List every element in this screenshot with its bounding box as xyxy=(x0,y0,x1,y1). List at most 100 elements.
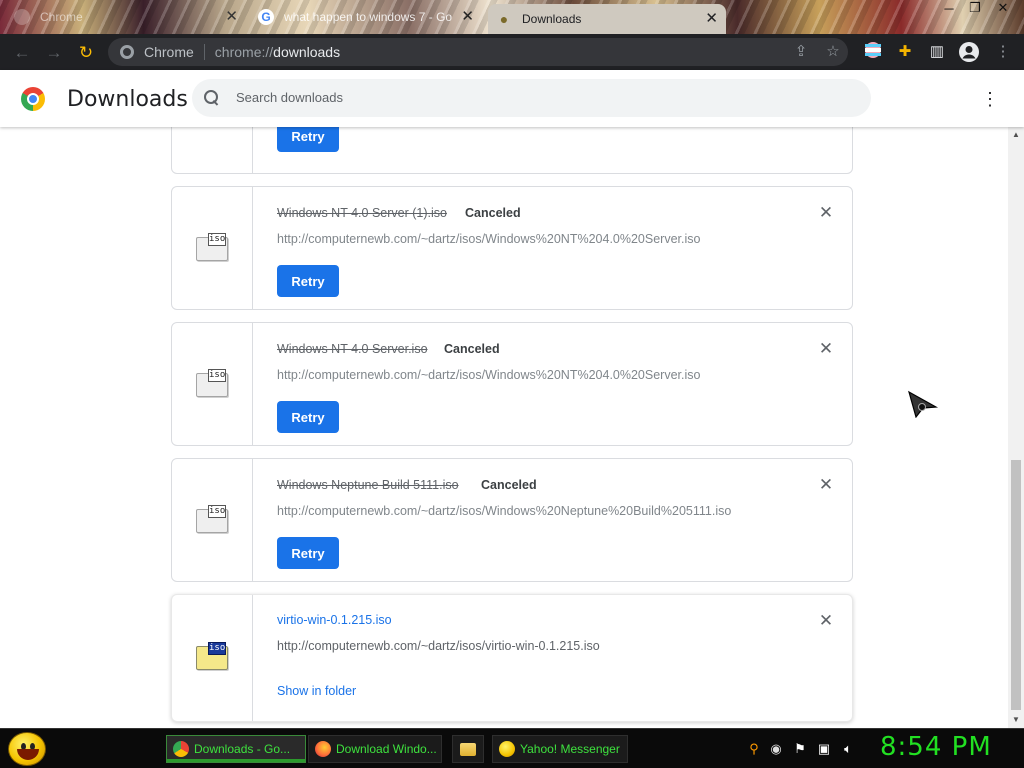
file-icon-column xyxy=(172,127,253,173)
back-icon[interactable]: ← xyxy=(12,43,32,63)
scrollbar-thumb[interactable] xyxy=(1011,460,1021,710)
remove-item-icon[interactable]: ✕ xyxy=(818,204,834,221)
minimize-button[interactable]: ─ xyxy=(936,0,962,16)
share-icon[interactable]: ⇪ xyxy=(790,41,812,63)
account-avatar[interactable] xyxy=(958,41,980,63)
close-tab-icon[interactable]: ✕ xyxy=(705,11,718,27)
download-item: Retry xyxy=(171,127,853,174)
download-item: iso virtio-win-0.1.215.iso http://comput… xyxy=(171,594,853,722)
scrollbar[interactable]: ▲ ▼ xyxy=(1008,127,1024,728)
url-scheme: chrome:// xyxy=(214,44,274,60)
forward-icon[interactable]: → xyxy=(44,43,64,63)
download-item: iso Windows Neptune Build 5111.iso Cance… xyxy=(171,458,853,582)
tab-title: what happen to windows 7 - Go xyxy=(284,10,452,24)
taskbar: Downloads - Go... Download Windo... Yaho… xyxy=(0,728,1024,768)
taskbar-label: Download Windo... xyxy=(336,742,437,756)
site-label: Chrome xyxy=(144,44,194,60)
network-icon[interactable]: ▣ xyxy=(816,741,832,757)
maximize-button[interactable]: ❐ xyxy=(962,0,988,16)
file-name-link[interactable]: virtio-win-0.1.215.iso xyxy=(277,613,392,627)
tab-downloads[interactable]: ● Downloads ✕ xyxy=(488,4,726,34)
url-host: downloads xyxy=(273,44,341,60)
taskbar-item-folder[interactable] xyxy=(452,735,484,763)
retry-button[interactable]: Retry xyxy=(277,401,339,433)
download-status: Canceled xyxy=(444,342,500,356)
page-title: Downloads xyxy=(67,87,188,112)
file-icon-column: iso xyxy=(172,459,253,581)
tab-chrome[interactable]: Chrome ✕ xyxy=(6,4,246,30)
chrome-icon xyxy=(173,741,189,757)
downloads-tab-icon: ● xyxy=(499,11,509,27)
volume-icon[interactable]: 🔈︎ xyxy=(840,741,856,757)
remove-item-icon[interactable]: ✕ xyxy=(818,612,834,629)
file-name: Windows Neptune Build 5111.iso xyxy=(277,478,459,492)
bookmark-star-icon[interactable]: ☆ xyxy=(822,41,844,63)
action-center-flag-icon[interactable]: ⚑ xyxy=(792,741,808,757)
chrome-logo-icon xyxy=(21,87,45,111)
download-url: http://computernewb.com/~dartz/isos/Wind… xyxy=(277,232,701,246)
file-name: Windows NT 4.0 Server.iso xyxy=(277,342,428,356)
search-icon xyxy=(204,90,220,106)
browser-toolbar: ← → ↻ Chrome chrome:// downloads ⇪ ☆ ✚ ▥… xyxy=(0,34,1024,70)
iso-file-icon: iso xyxy=(196,642,228,670)
address-bar[interactable]: Chrome chrome:// downloads xyxy=(108,38,848,66)
tab-favicon xyxy=(14,9,30,25)
chrome-icon xyxy=(120,45,134,59)
file-name: Windows NT 4.0 Server (1).iso xyxy=(277,206,447,220)
download-url: http://computernewb.com/~dartz/isos/Wind… xyxy=(277,504,732,518)
downloads-header: Downloads Search downloads ⋮ xyxy=(0,70,1024,127)
download-item: iso Windows NT 4.0 Server.iso Canceled h… xyxy=(171,322,853,446)
mouse-cursor-icon xyxy=(908,390,939,418)
downloads-list: Retry iso Windows NT 4.0 Server (1).iso … xyxy=(0,127,1008,728)
scroll-up-arrow-icon[interactable]: ▲ xyxy=(1008,127,1024,143)
retry-button[interactable]: Retry xyxy=(277,127,339,152)
tab-google-search[interactable]: G what happen to windows 7 - Go ✕ xyxy=(250,4,482,30)
search-magnifier-icon[interactable]: ⚲ xyxy=(746,741,762,757)
download-status: Canceled xyxy=(465,206,521,220)
divider xyxy=(203,44,205,60)
show-in-folder-link[interactable]: Show in folder xyxy=(277,684,356,698)
iso-file-icon: iso xyxy=(196,369,228,397)
more-actions-icon[interactable]: ⋮ xyxy=(980,88,1000,110)
extensions-puzzle-icon[interactable]: ✚ xyxy=(894,41,916,63)
taskbar-item-yahoo-messenger[interactable]: Yahoo! Messenger xyxy=(492,735,628,763)
tray-messenger-icon[interactable]: ◉ xyxy=(768,741,784,757)
remove-item-icon[interactable]: ✕ xyxy=(818,340,834,357)
google-icon: G xyxy=(258,9,274,25)
close-tab-icon[interactable]: ✕ xyxy=(225,9,238,25)
download-item: iso Windows NT 4.0 Server (1).iso Cancel… xyxy=(171,186,853,310)
browser-window: Chrome ✕ G what happen to windows 7 - Go… xyxy=(0,0,1024,768)
start-smiley-icon[interactable] xyxy=(8,732,46,766)
search-placeholder: Search downloads xyxy=(236,90,343,105)
profile-flag-icon[interactable] xyxy=(862,41,884,63)
yahoo-smiley-icon xyxy=(499,741,515,757)
title-bar: Chrome ✕ G what happen to windows 7 - Go… xyxy=(0,0,1024,34)
browser-menu-icon[interactable]: ⋮ xyxy=(992,41,1014,63)
search-input[interactable]: Search downloads xyxy=(192,79,871,117)
tab-title: Downloads xyxy=(522,12,582,26)
clock[interactable]: 8:54 PM xyxy=(880,732,992,762)
iso-file-icon: iso xyxy=(196,505,228,533)
file-icon-column: iso xyxy=(172,187,253,309)
tab-title: Chrome xyxy=(40,10,83,24)
download-status: Canceled xyxy=(481,478,537,492)
download-url: http://computernewb.com/~dartz/isos/virt… xyxy=(277,639,600,653)
reload-icon[interactable]: ↻ xyxy=(76,43,96,63)
side-panel-icon[interactable]: ▥ xyxy=(926,41,948,63)
folder-icon xyxy=(460,742,476,756)
taskbar-label: Yahoo! Messenger xyxy=(520,742,620,756)
close-tab-icon[interactable]: ✕ xyxy=(461,9,474,25)
retry-button[interactable]: Retry xyxy=(277,537,339,569)
download-url: http://computernewb.com/~dartz/isos/Wind… xyxy=(277,368,701,382)
close-window-button[interactable]: ✕ xyxy=(990,0,1016,16)
taskbar-item-chrome[interactable]: Downloads - Go... xyxy=(166,735,306,763)
file-icon-column: iso xyxy=(172,595,253,721)
taskbar-item-firefox[interactable]: Download Windo... xyxy=(308,735,442,763)
firefox-icon xyxy=(315,741,331,757)
remove-item-icon[interactable]: ✕ xyxy=(818,476,834,493)
file-icon-column: iso xyxy=(172,323,253,445)
scroll-down-arrow-icon[interactable]: ▼ xyxy=(1008,712,1024,728)
iso-file-icon: iso xyxy=(196,233,228,261)
retry-button[interactable]: Retry xyxy=(277,265,339,297)
taskbar-label: Downloads - Go... xyxy=(194,742,291,756)
